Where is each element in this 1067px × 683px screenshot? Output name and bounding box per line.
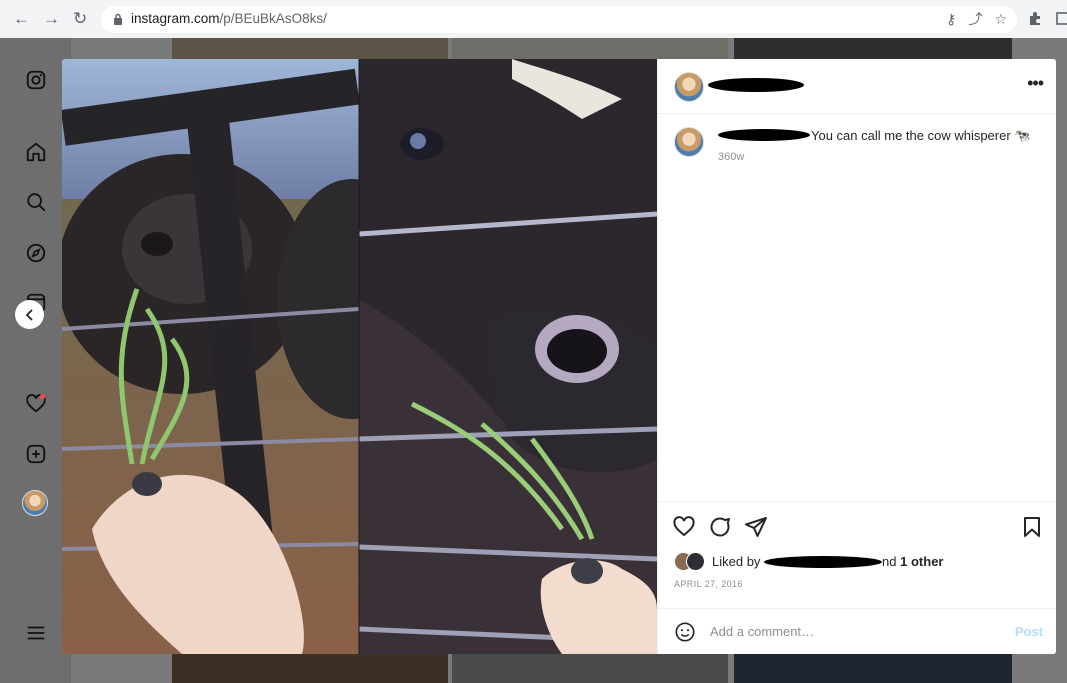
redacted-username [708, 78, 804, 92]
instagram-sidebar [0, 38, 71, 683]
previous-post-button[interactable] [15, 300, 44, 329]
grid-thumbnail [452, 38, 728, 60]
post-actions: Liked by nd 1 other APRIL 27, 2016 Add a… [658, 501, 1056, 654]
search-icon[interactable] [25, 191, 47, 213]
caption-author-avatar[interactable] [674, 127, 704, 157]
forward-arrow-icon[interactable]: → [43, 9, 60, 29]
post-photo[interactable] [62, 59, 657, 654]
caption-timestamp[interactable]: 360w [718, 151, 744, 163]
post-modal: ••• You can call me the cow whisperer 🐄 … [62, 59, 1056, 654]
comment-input-row: Add a comment… Post [658, 608, 1056, 654]
emoji-icon[interactable] [674, 621, 696, 648]
chevron-left-icon [25, 308, 33, 321]
likes-text: Liked by nd 1 other [712, 554, 944, 569]
profile-avatar[interactable] [22, 490, 48, 516]
post-comment-button[interactable]: Post [1015, 624, 1043, 639]
browser-toolbar: ← → ↻ instagram.com/p/BEuBkAsO8ks/ ⚷ ⤴ ☆ [0, 0, 1067, 39]
comment-icon[interactable] [708, 515, 732, 539]
explore-icon[interactable] [25, 242, 47, 264]
post-date: APRIL 27, 2016 [674, 579, 743, 589]
home-icon[interactable] [25, 141, 47, 163]
liker-avatar [686, 552, 705, 571]
share-paper-plane-icon[interactable] [744, 515, 768, 539]
post-details-panel: ••• You can call me the cow whisperer 🐄 … [657, 59, 1056, 654]
grid-thumbnail [172, 38, 448, 60]
side-panel-icon[interactable] [1056, 11, 1067, 31]
post-caption-area: You can call me the cow whisperer 🐄 360w [658, 113, 1056, 499]
lock-icon [114, 13, 122, 25]
redacted-caption-username [718, 129, 810, 141]
address-bar[interactable]: instagram.com/p/BEuBkAsO8ks/ ⚷ ⤴ ☆ [101, 6, 1017, 33]
grid-thumbnail [452, 654, 728, 683]
like-heart-icon[interactable] [672, 515, 696, 539]
menu-icon[interactable] [25, 622, 47, 644]
grid-thumbnail [734, 38, 1012, 60]
notifications-heart-icon[interactable] [25, 393, 47, 415]
grid-thumbnail [172, 654, 448, 683]
post-header: ••• [658, 59, 1056, 114]
caption-text: You can call me the cow whisperer 🐄 [811, 128, 1031, 143]
more-options-icon[interactable]: ••• [1027, 73, 1044, 94]
url-text: instagram.com/p/BEuBkAsO8ks/ [131, 11, 327, 26]
star-icon[interactable]: ☆ [994, 11, 1007, 27]
instagram-logo-icon[interactable] [25, 69, 47, 91]
create-icon[interactable] [25, 443, 47, 465]
share-icon[interactable]: ⤴ [968, 11, 982, 27]
bookmark-icon[interactable] [1020, 515, 1044, 539]
key-icon[interactable]: ⚷ [946, 11, 956, 27]
grid-thumbnail [734, 654, 1012, 683]
back-arrow-icon[interactable]: ← [13, 9, 30, 29]
reload-icon[interactable]: ↻ [73, 9, 87, 29]
author-avatar[interactable] [674, 72, 704, 102]
extensions-icon[interactable] [1028, 11, 1043, 31]
comment-input[interactable]: Add a comment… [710, 624, 814, 639]
